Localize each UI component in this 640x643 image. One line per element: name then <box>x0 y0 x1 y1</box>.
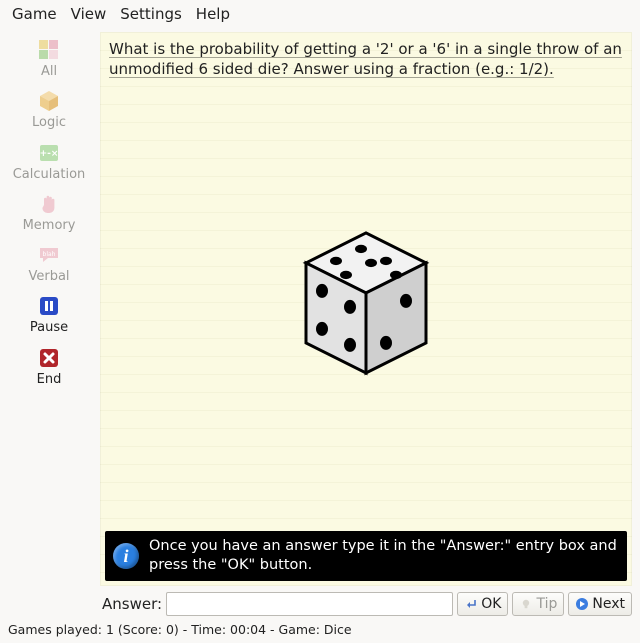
speech-icon: blah <box>35 241 63 269</box>
next-button-label: Next <box>592 596 625 612</box>
tip-button-label: Tip <box>536 596 557 612</box>
hand-icon <box>35 190 63 218</box>
sidebar-item-logic[interactable]: Logic <box>4 85 94 134</box>
pause-icon <box>35 292 63 320</box>
answer-label: Answer: <box>100 595 162 613</box>
tip-button[interactable]: Tip <box>512 592 564 616</box>
sidebar-item-all[interactable]: All <box>4 34 94 83</box>
game-area: What is the probability of getting a '2'… <box>98 28 640 618</box>
question-text: What is the probability of getting a '2'… <box>109 39 623 80</box>
ok-button[interactable]: OK <box>457 592 508 616</box>
close-icon <box>35 344 63 372</box>
sidebar-item-calculation[interactable]: +‑× Calculation <box>4 137 94 186</box>
menu-help[interactable]: Help <box>190 3 236 25</box>
dice-illustration <box>266 203 466 407</box>
sidebar-item-pause[interactable]: Pause <box>4 290 94 339</box>
info-strip: i Once you have an answer type it in the… <box>105 531 627 581</box>
tiles-icon <box>35 36 63 64</box>
info-icon: i <box>113 543 139 569</box>
main-row: All Logic +‑× Calculation <box>0 28 640 618</box>
sidebar-item-label: Memory <box>23 219 76 233</box>
menu-game[interactable]: Game <box>6 3 63 25</box>
sidebar-item-label: All <box>41 65 57 79</box>
sidebar-item-label: Calculation <box>13 168 86 182</box>
sidebar-item-end[interactable]: End <box>4 342 94 391</box>
answer-row: Answer: OK Tip <box>100 586 632 618</box>
status-bar: Games played: 1 (Score: 0) - Time: 00:04… <box>0 618 640 643</box>
game-canvas: What is the probability of getting a '2'… <box>100 32 632 586</box>
sidebar-item-label: Logic <box>32 116 66 130</box>
sidebar-item-label: End <box>37 373 62 387</box>
sidebar-item-verbal[interactable]: blah Verbal <box>4 239 94 288</box>
menubar: Game View Settings Help <box>0 0 640 28</box>
answer-input[interactable] <box>166 592 453 616</box>
info-text: Once you have an answer type it in the "… <box>149 537 619 575</box>
sidebar: All Logic +‑× Calculation <box>0 28 98 618</box>
sidebar-item-label: Verbal <box>28 270 69 284</box>
menu-settings[interactable]: Settings <box>114 3 188 25</box>
ok-button-label: OK <box>481 596 501 612</box>
svg-text:+‑×: +‑× <box>40 149 59 159</box>
return-icon <box>464 597 478 611</box>
arrow-right-icon <box>575 597 589 611</box>
sidebar-item-label: Pause <box>30 321 68 335</box>
menu-view[interactable]: View <box>65 3 113 25</box>
svg-text:blah: blah <box>43 251 56 258</box>
bulb-icon <box>519 597 533 611</box>
cube-icon <box>35 87 63 115</box>
next-button[interactable]: Next <box>568 592 632 616</box>
sidebar-item-memory[interactable]: Memory <box>4 188 94 237</box>
calc-icon: +‑× <box>35 139 63 167</box>
